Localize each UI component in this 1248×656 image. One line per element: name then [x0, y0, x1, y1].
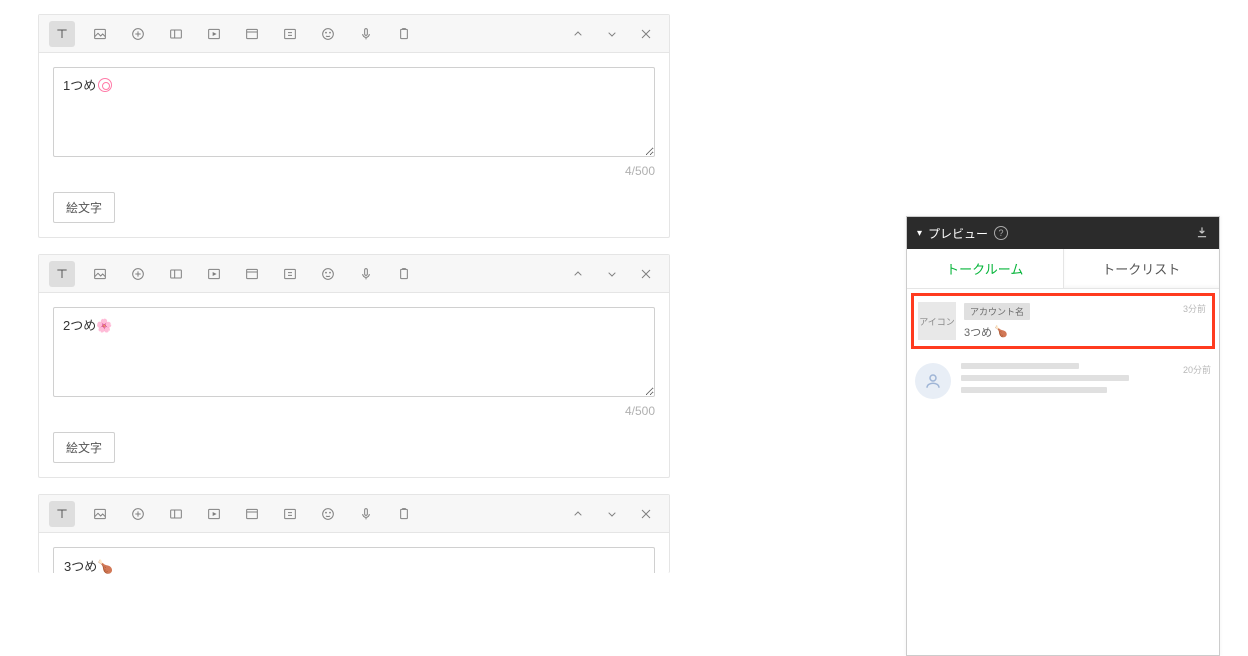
talk-item-highlighted: アイコン アカウント名 3つめ 🍗 3分前 — [911, 293, 1215, 349]
text-tool-icon[interactable] — [49, 501, 75, 527]
chevron-up-icon[interactable] — [565, 261, 591, 287]
skeleton-line — [961, 387, 1107, 393]
image-tool-icon[interactable] — [87, 501, 113, 527]
avatar-placeholder: アイコン — [918, 302, 956, 340]
video-box-icon[interactable] — [277, 501, 303, 527]
play-box-icon[interactable] — [201, 21, 227, 47]
clipboard-icon[interactable] — [391, 21, 417, 47]
mic-icon[interactable] — [353, 21, 379, 47]
add-circle-icon[interactable] — [125, 501, 151, 527]
preview-panel: ▾ プレビュー ? トークルーム トークリスト アイコン アカウント名 3つめ … — [906, 216, 1220, 656]
coupon-icon[interactable] — [163, 501, 189, 527]
preview-header: ▾ プレビュー ? — [907, 217, 1219, 249]
account-name-chip: アカウント名 — [964, 303, 1030, 320]
smiley-icon[interactable] — [315, 21, 341, 47]
toolbar — [39, 15, 669, 53]
chevron-down-icon[interactable] — [599, 501, 625, 527]
coupon-icon[interactable] — [163, 261, 189, 287]
smiley-icon[interactable] — [315, 501, 341, 527]
image-tool-icon[interactable] — [87, 261, 113, 287]
talk-item-skeleton: 20分前 — [907, 353, 1219, 409]
text-tool-icon[interactable] — [49, 261, 75, 287]
toolbar — [39, 495, 669, 533]
talk-preview-text: 3つめ — [964, 324, 992, 340]
video-box-icon[interactable] — [277, 21, 303, 47]
close-icon[interactable] — [633, 501, 659, 527]
talk-timestamp: 20分前 — [1183, 363, 1211, 376]
message-textarea[interactable] — [53, 307, 655, 397]
window-icon[interactable] — [239, 21, 265, 47]
message-card-3: 3つめ🍗 — [38, 494, 670, 573]
preview-tabs: トークルーム トークリスト — [907, 249, 1219, 289]
tab-talkroom[interactable]: トークルーム — [907, 249, 1063, 289]
char-counter: 4/500 — [53, 404, 655, 418]
textarea-text: 3つめ — [64, 559, 97, 574]
clipboard-icon[interactable] — [391, 501, 417, 527]
chevron-down-icon[interactable] — [599, 21, 625, 47]
download-icon[interactable] — [1195, 225, 1209, 242]
skeleton-line — [961, 375, 1129, 381]
char-counter: 4/500 — [53, 164, 655, 178]
drumstick-emoji-icon: 🍗 — [994, 325, 1008, 338]
play-box-icon[interactable] — [201, 501, 227, 527]
message-card-1: 1つめ 4/500 絵文字 — [38, 14, 670, 238]
talk-timestamp: 3分前 — [1183, 302, 1206, 315]
coupon-icon[interactable] — [163, 21, 189, 47]
chevron-up-icon[interactable] — [565, 21, 591, 47]
add-circle-icon[interactable] — [125, 21, 151, 47]
emoji-button[interactable]: 絵文字 — [53, 432, 115, 463]
mic-icon[interactable] — [353, 261, 379, 287]
add-circle-icon[interactable] — [125, 261, 151, 287]
chevron-down-icon[interactable] — [599, 261, 625, 287]
tab-talklist[interactable]: トークリスト — [1063, 249, 1220, 289]
image-tool-icon[interactable] — [87, 21, 113, 47]
message-textarea[interactable] — [53, 67, 655, 157]
play-box-icon[interactable] — [201, 261, 227, 287]
skeleton-line — [961, 363, 1079, 369]
help-icon[interactable]: ? — [994, 226, 1008, 240]
caret-down-icon[interactable]: ▾ — [917, 228, 922, 239]
chevron-up-icon[interactable] — [565, 501, 591, 527]
drumstick-emoji-icon: 🍗 — [97, 559, 113, 574]
avatar-round-icon — [915, 363, 951, 399]
video-box-icon[interactable] — [277, 261, 303, 287]
preview-title: プレビュー — [928, 225, 988, 242]
close-icon[interactable] — [633, 261, 659, 287]
message-card-2: 2つめ🌸 4/500 絵文字 — [38, 254, 670, 478]
text-tool-icon[interactable] — [49, 21, 75, 47]
close-icon[interactable] — [633, 21, 659, 47]
smiley-icon[interactable] — [315, 261, 341, 287]
mic-icon[interactable] — [353, 501, 379, 527]
toolbar — [39, 255, 669, 293]
window-icon[interactable] — [239, 261, 265, 287]
window-icon[interactable] — [239, 501, 265, 527]
clipboard-icon[interactable] — [391, 261, 417, 287]
emoji-button[interactable]: 絵文字 — [53, 192, 115, 223]
